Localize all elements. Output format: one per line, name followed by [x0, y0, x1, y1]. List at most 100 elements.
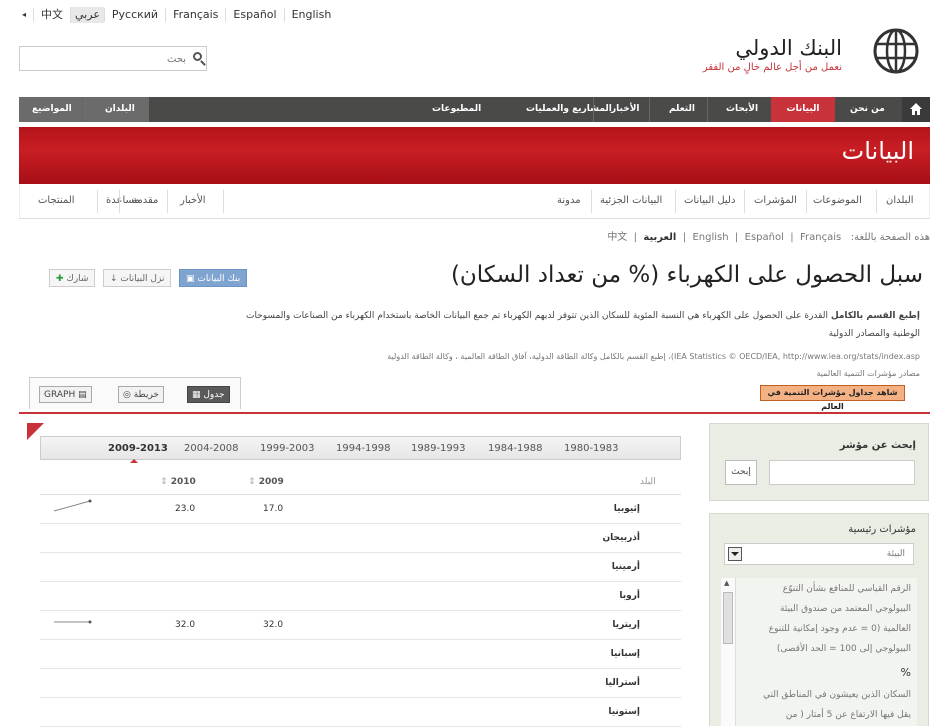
scroll-up-icon[interactable]: ▲ — [724, 579, 729, 587]
period-1994-1998[interactable]: 1994-1998 — [336, 443, 391, 454]
lang-prev-arrow-icon[interactable]: ◂ — [20, 8, 33, 22]
row-country-link[interactable]: إريتريا — [612, 620, 640, 630]
row-country-link[interactable]: أروبا — [619, 591, 640, 601]
indicator-source: IEA Statistics © OECD/IEA, http://www.ie… — [320, 348, 920, 382]
download-button[interactable]: ↓ نزل البيانات — [103, 269, 172, 287]
subnav-blog[interactable]: مدونة — [557, 195, 581, 206]
nav-item-projects[interactable]: المشاريع والعمليات — [526, 97, 612, 122]
row-country-link[interactable]: أستراليا — [605, 678, 640, 688]
indicator-item-line[interactable]: البيولوجي المعتمد من صندوق البيئة — [780, 600, 911, 618]
scroll-thumb[interactable] — [723, 592, 733, 644]
subnav-products[interactable]: المنتجات — [38, 195, 75, 206]
print-section-link[interactable]: إطبع القسم بالكامل — [831, 311, 920, 321]
nav-item-countries[interactable]: البلدان — [105, 97, 135, 122]
period-1984-1988[interactable]: 1984-1988 — [488, 443, 543, 454]
tab-map[interactable]: ◎ خريطة — [118, 386, 164, 403]
indicator-item-line[interactable]: السكان الذين يعيشون في المناطق التي — [763, 686, 911, 704]
source-line: IEA Statistics © OECD/IEA, http://www.ie… — [387, 352, 920, 361]
wdi-tables-button[interactable]: شاهد جداول مؤشرات التنمية في العالم — [760, 385, 905, 411]
globe-logo-icon[interactable] — [873, 28, 919, 74]
page-title: سبل الحصول على الكهرباء (% من تعداد السك… — [450, 262, 923, 288]
indicator-search-button[interactable]: إبحث — [725, 460, 757, 485]
logo-tagline: نعمل من أجل عالم خالٍ من الفقر — [702, 62, 842, 73]
lang-french[interactable]: Français — [165, 8, 225, 22]
home-icon — [910, 103, 922, 115]
subnav-data-guide[interactable]: دليل البيانات — [684, 195, 735, 206]
table-row: أذربيجان — [40, 524, 681, 553]
lang-spanish[interactable]: Español — [225, 8, 283, 22]
indicator-description: إطبع القسم بالكامل القدرة على الحصول على… — [240, 307, 920, 343]
indicator-item-line[interactable]: البيولوجي إلى 100 = الحد الأقصى) — [777, 640, 911, 658]
subnav-news[interactable]: الأخبار — [180, 195, 206, 206]
databank-button[interactable]: ▣ بنك البيانات — [179, 269, 248, 287]
tab-table[interactable]: ▦ جدول — [187, 386, 230, 403]
period-1980-1983[interactable]: 1980-1983 — [564, 443, 619, 454]
indicator-search-input[interactable] — [769, 460, 915, 485]
indicator-item-line[interactable]: العالمية (0 = عدم وجود إمكانية للتنوع — [769, 620, 911, 638]
page-lang-chinese[interactable]: 中文 — [607, 232, 627, 243]
indicator-item-line[interactable]: يقل فيها الارتفاع عن 5 أمتار ( من — [786, 706, 911, 724]
sparkline-dot — [88, 499, 92, 503]
indicator-item-line[interactable]: الرقم القياسي للمنافع بشأن التنوّع — [783, 580, 911, 598]
table-row: إستونيا — [40, 698, 681, 727]
period-1989-1993[interactable]: 1989-1993 — [411, 443, 466, 454]
row-country-link[interactable]: أذربيجان — [603, 533, 641, 543]
row-value-2009: 17.0 — [263, 504, 284, 514]
subnav-countries[interactable]: البلدان — [886, 195, 914, 206]
page-lang-english[interactable]: English — [692, 232, 728, 243]
row-country-link[interactable]: إسبانيا — [611, 649, 640, 659]
section-banner: البيانات — [19, 127, 930, 184]
source-wdi-link[interactable]: مصادر مؤشرات التنمية العالمية — [320, 365, 920, 382]
chevron-down-icon[interactable] — [728, 547, 742, 561]
col-2009-header[interactable]: ⇕ 2009 — [248, 477, 284, 487]
search-input[interactable] — [24, 48, 188, 71]
page-lang-label: هذه الصفحة باللغة: — [850, 232, 930, 243]
subnav-intro[interactable]: مقدمة — [132, 195, 158, 206]
nav-item-learning[interactable]: التعلم — [669, 97, 695, 122]
period-2004-2008[interactable]: 2004-2008 — [184, 443, 239, 454]
lang-chinese[interactable]: 中文 — [33, 8, 70, 22]
sparkline-dot — [88, 620, 92, 624]
lang-english[interactable]: English — [283, 8, 339, 22]
list-scrollbar[interactable]: ▲ — [721, 578, 736, 726]
subnav-indicators[interactable]: المؤشرات — [754, 195, 797, 206]
nav-item-topics[interactable]: المواضيع — [32, 97, 72, 122]
lang-arabic[interactable]: عربي — [70, 7, 104, 23]
period-1999-2003[interactable]: 1999-2003 — [260, 443, 315, 454]
period-2009-2013[interactable]: 2009-2013 — [108, 443, 168, 463]
search-icon[interactable] — [193, 52, 202, 61]
subnav-microdata[interactable]: البيانات الجزئية — [600, 195, 662, 206]
nav-item-news[interactable]: الأخبار — [611, 97, 640, 122]
share-button[interactable]: ✚ شارك — [49, 269, 96, 287]
sparkline-line — [53, 500, 91, 512]
nav-item-data[interactable]: البيانات — [771, 97, 835, 122]
nav-item-publications[interactable]: المطبوعات — [432, 97, 481, 122]
banner-title: البيانات — [841, 137, 914, 165]
main-nav: المواضيع البلدان المطبوعات المشاريع والع… — [19, 97, 930, 122]
topic-select[interactable]: البيئة — [724, 543, 914, 565]
logo-name[interactable]: البنك الدولي — [735, 36, 842, 60]
col-2010-header[interactable]: ⇕ 2010 — [160, 477, 196, 487]
tab-graph[interactable]: GRAPH ▤ — [39, 386, 92, 403]
page-lang-french[interactable]: Français — [800, 232, 841, 243]
share-plus-icon: ✚ — [56, 274, 64, 284]
globe-icon: ◎ — [123, 390, 131, 400]
nav-item-about[interactable]: من نحن — [850, 97, 885, 122]
home-button[interactable] — [902, 97, 930, 122]
row-country-link[interactable]: أرمينيا — [612, 562, 640, 572]
sparkline — [53, 499, 92, 512]
table-row: أروبا — [40, 582, 681, 611]
databank-icon: ▣ — [186, 274, 195, 284]
nav-item-research[interactable]: الأبحاث — [726, 97, 758, 122]
row-country-link[interactable]: إثيوبيا — [614, 504, 640, 514]
indicator-search-title: إبحث عن مؤشر — [839, 440, 916, 451]
subnav-topics[interactable]: الموضوعات — [813, 195, 862, 206]
chart-icon: ▤ — [78, 390, 87, 400]
row-value-2009: 32.0 — [263, 620, 284, 630]
col-country-header[interactable]: البلد — [640, 477, 656, 487]
page-lang-spanish[interactable]: Español — [745, 232, 784, 243]
lang-russian[interactable]: Русский — [103, 8, 165, 22]
sort-icon: ⇕ — [160, 477, 168, 487]
table-row: إريتريا 32.0 32.0 — [40, 611, 681, 640]
row-country-link[interactable]: إستونيا — [608, 707, 640, 717]
